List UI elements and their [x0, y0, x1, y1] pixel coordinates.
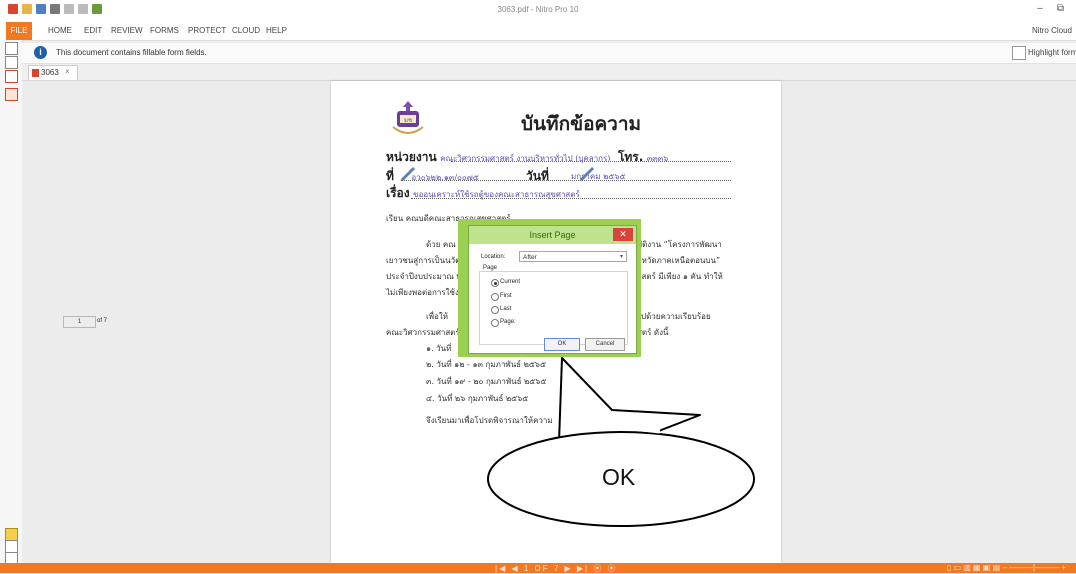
body-line: ไปด้วยความเรียบร้อย: [637, 312, 711, 321]
radio-first[interactable]: [491, 293, 499, 301]
body-line: คณะวิศวกรรมศาสตร์ จึ: [386, 328, 468, 337]
dialog-title: Insert Page: [469, 226, 636, 244]
body-line: ประจำปีงบประมาณ พ.: [386, 272, 465, 281]
cancel-button[interactable]: Cancel: [585, 338, 625, 351]
body-line: ไม่เพียงพอต่อการใช้งาน: [386, 288, 469, 297]
body-line: ๓. วันที่ ๑๙ - ๒๐ กุมภาพันธ์ ๒๕๖๕: [426, 377, 547, 386]
subject-row: เรื่อง ขออนุเคราะห์ใช้รถตู้ของคณะสาธารณส…: [386, 184, 580, 203]
minimize-button[interactable]: –: [1037, 3, 1043, 14]
location-select[interactable]: After ▾: [519, 251, 627, 262]
body-line: ๒. วันที่ ๑๒ - ๑๓ กุมภาพันธ์ ๒๕๖๕: [426, 360, 547, 369]
highlight-fields-checkbox[interactable]: [1012, 46, 1026, 60]
svg-text:มช: มช: [404, 117, 412, 124]
tab-file[interactable]: FILE: [6, 22, 32, 40]
sign-pen-icon-2: [579, 167, 594, 181]
location-value: After: [523, 254, 537, 261]
tab-protect[interactable]: PROTECT: [188, 26, 226, 35]
university-logo-icon: มช: [392, 101, 424, 134]
signatures-panel-icon[interactable]: [5, 88, 18, 101]
tab-edit[interactable]: EDIT: [84, 26, 102, 35]
radio-first-label[interactable]: First: [500, 293, 512, 299]
view-zoom-controls[interactable]: ▯ ▭ ▥ ▦ ▣ ▤ – ———|——— +: [947, 563, 1066, 572]
page-total-label: of 7: [97, 318, 108, 324]
pages-panel-icon[interactable]: [5, 42, 18, 55]
body-line: ๑. วันที่: [426, 344, 452, 353]
document-tab-strip: 3063 ×: [22, 64, 1076, 81]
radio-page[interactable]: [491, 319, 499, 327]
dialog-close-button[interactable]: ✕: [613, 228, 633, 241]
body-line: เพื่อให้: [426, 312, 448, 321]
tab-review[interactable]: REVIEW: [111, 26, 143, 35]
status-bar: |◀ ◀ 1 OF 7 ▶ ▶| ⦿ ⦿ ▯ ▭ ▥ ▦ ▣ ▤ – ———|—…: [0, 563, 1076, 573]
radio-current[interactable]: [491, 279, 499, 287]
title-bar: 3063.pdf - Nitro Pro 10 – ⧉: [0, 0, 1076, 22]
radio-page-label[interactable]: Page:: [500, 319, 516, 325]
sign-pen-icon: [400, 167, 415, 181]
subject-dotted-line: [411, 198, 731, 199]
info-icon: i: [34, 46, 47, 59]
info-message: This document contains fillable form fie…: [56, 48, 207, 57]
callout-label: OK: [602, 464, 636, 490]
document-tab-name: 3063: [41, 68, 59, 77]
document-tab[interactable]: 3063 ×: [28, 65, 78, 80]
agency-dotted-line: [451, 161, 731, 162]
body-line: บัติงาน “โครงการพัฒนา: [637, 240, 722, 249]
ribbon-tabs: FILE HOME EDIT REVIEW FORMS PROTECT CLOU…: [0, 22, 1076, 41]
body-line: ด้วย คณ: [426, 240, 456, 249]
close-tab-icon[interactable]: ×: [65, 67, 70, 76]
body-line: าสตร์ มีเพียง ๑ คัน ทำให้: [637, 272, 723, 281]
memo-title: บันทึกข้อความ: [521, 113, 642, 135]
tab-home[interactable]: HOME: [48, 26, 72, 35]
tab-forms[interactable]: FORMS: [150, 26, 179, 35]
chevron-down-icon: ▾: [619, 254, 623, 260]
body-line: จึงเรียนมาเพื่อโปรดพิจารณาให้ความ: [426, 416, 553, 425]
agency-row: หน่วยงาน คณะวิศวกรรมศาสตร์ งานบริหารทั่ว…: [386, 148, 668, 167]
pdf-file-icon: [32, 69, 39, 77]
radio-last[interactable]: [491, 306, 499, 314]
nitro-cloud-link[interactable]: Nitro Cloud: [1032, 26, 1072, 35]
page-navigation[interactable]: |◀ ◀ 1 OF 7 ▶ ▶| ⦿ ⦿: [495, 563, 618, 574]
attachments-panel-icon[interactable]: [5, 70, 18, 83]
body-line: ๔. วันที่ ๒๖ กุมภาพันธ์ ๒๕๖๕: [426, 394, 529, 403]
ref-label: ที่: [386, 169, 394, 183]
ref-dotted-line: [401, 180, 731, 181]
form-info-bar: i This document contains fillable form f…: [22, 43, 1076, 64]
highlight-fields-label[interactable]: Highlight form fields: [1028, 48, 1076, 57]
location-label: Location:: [481, 254, 506, 260]
tab-help[interactable]: HELP: [266, 26, 287, 35]
tab-cloud[interactable]: CLOUD: [232, 26, 260, 35]
radio-current-label[interactable]: Current: [500, 279, 520, 285]
radio-last-label[interactable]: Last: [500, 306, 511, 312]
bookmarks-panel-icon[interactable]: [5, 56, 18, 69]
window-title: 3063.pdf - Nitro Pro 10: [497, 5, 579, 14]
body-line: สตร์ ดังนี้: [637, 328, 669, 337]
body-line: เยาวชนสู่การเป็นนวัตก: [386, 256, 466, 265]
restore-button[interactable]: ⧉: [1057, 3, 1064, 14]
page-number-input[interactable]: 1: [63, 316, 96, 328]
subject-label: เรื่อง: [386, 186, 410, 200]
body-line: จังหวัดภาคเหนือตอนบน”: [633, 256, 721, 265]
insert-page-dialog: Insert Page ✕ Location: After ▾ Page Cur…: [468, 225, 637, 354]
left-panel-toolbar: [0, 40, 23, 565]
agency-label: หน่วยงาน: [386, 150, 437, 164]
ok-button[interactable]: OK: [544, 338, 580, 351]
